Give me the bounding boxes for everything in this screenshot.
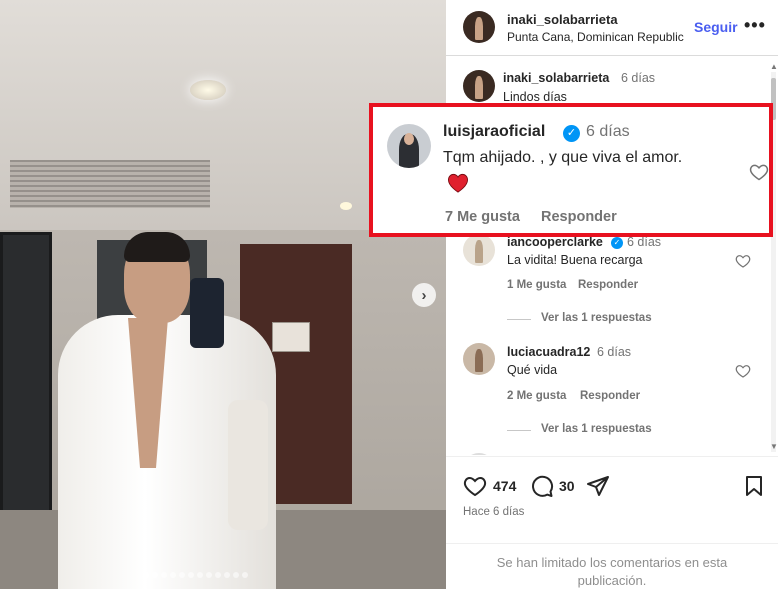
post-actions: 474 30 Hace 6 días Se han limitado los c… bbox=[446, 456, 778, 589]
highlighted-comment: luisjaraoficial ✓ 6 días Tqm ahijado. , … bbox=[369, 103, 773, 237]
scroll-up-arrow-icon[interactable]: ▲ bbox=[770, 62, 778, 71]
post-side-panel: inaki_solabarrieta Punta Cana, Dominican… bbox=[446, 0, 778, 589]
instagram-post-view: › inaki_solabarrieta Punta Cana, Dominic… bbox=[0, 0, 778, 589]
comment-text: Lindos días bbox=[503, 90, 567, 104]
reply-button[interactable]: Responder bbox=[580, 390, 640, 402]
comment-time[interactable]: 6 días bbox=[627, 235, 661, 249]
highlight-reply-button[interactable]: Responder bbox=[541, 209, 617, 225]
verified-badge-icon: ✓ bbox=[611, 237, 623, 249]
replies-divider bbox=[507, 319, 531, 320]
carousel-dot[interactable] bbox=[179, 572, 185, 578]
highlight-likes[interactable]: 7 Me gusta bbox=[445, 209, 520, 225]
chevron-right-icon: › bbox=[421, 286, 427, 304]
photo-ceiling-light-2 bbox=[340, 202, 352, 210]
carousel-dot[interactable] bbox=[197, 572, 203, 578]
highlight-text: Tqm ahijado. , y que viva el amor. bbox=[443, 149, 683, 166]
post-timestamp[interactable]: Hace 6 días bbox=[463, 506, 524, 518]
comment-username[interactable]: iancooperclarke bbox=[507, 235, 603, 249]
carousel-dot[interactable] bbox=[152, 572, 158, 578]
like-heart-icon[interactable] bbox=[463, 474, 487, 498]
comment-text: Qué vida bbox=[507, 363, 558, 377]
carousel-dot[interactable] bbox=[206, 572, 212, 578]
carousel-next-button[interactable]: › bbox=[412, 283, 436, 307]
photo-hanging-robe bbox=[228, 400, 268, 530]
carousel-dot[interactable] bbox=[224, 572, 230, 578]
photo-person-hair bbox=[124, 232, 190, 262]
comment-username[interactable]: luciacuadra12 bbox=[507, 345, 590, 359]
like-count[interactable]: 474 bbox=[493, 478, 516, 494]
reply-button[interactable]: Responder bbox=[578, 279, 638, 291]
red-heart-emoji-icon bbox=[447, 173, 469, 193]
comment-count[interactable]: 30 bbox=[559, 478, 575, 494]
verified-badge-icon: ✓ bbox=[563, 125, 580, 142]
photo-ceiling-light bbox=[190, 80, 226, 100]
comment-avatar[interactable] bbox=[463, 343, 495, 375]
comment-username[interactable]: inaki_solabarrieta bbox=[503, 71, 609, 85]
like-comment-heart-icon[interactable] bbox=[735, 253, 751, 269]
share-send-icon[interactable] bbox=[586, 474, 610, 498]
author-username[interactable]: inaki_solabarrieta bbox=[507, 12, 618, 27]
comment-time[interactable]: 6 días bbox=[597, 345, 631, 359]
save-bookmark-icon[interactable] bbox=[742, 474, 766, 498]
like-comment-heart-icon[interactable] bbox=[735, 363, 751, 379]
photo-door-sign bbox=[272, 322, 310, 352]
author-avatar[interactable] bbox=[463, 11, 495, 43]
replies-divider bbox=[507, 430, 531, 431]
photo-vent bbox=[10, 160, 210, 208]
carousel-dot[interactable] bbox=[161, 572, 167, 578]
comment-avatar[interactable] bbox=[463, 70, 495, 102]
carousel-dot[interactable] bbox=[170, 572, 176, 578]
view-replies-link[interactable]: Ver las 1 respuestas bbox=[541, 312, 652, 324]
highlight-time[interactable]: 6 días bbox=[586, 123, 630, 141]
like-comment-heart-icon[interactable] bbox=[749, 162, 769, 182]
comment-avatar[interactable] bbox=[463, 234, 495, 266]
highlight-avatar[interactable] bbox=[387, 124, 431, 168]
carousel-dot[interactable] bbox=[188, 572, 194, 578]
carousel-dots bbox=[143, 572, 248, 578]
photo-phone bbox=[190, 278, 224, 348]
carousel-dot[interactable] bbox=[233, 572, 239, 578]
view-replies-link[interactable]: Ver las 1 respuestas bbox=[541, 423, 652, 435]
carousel-dot[interactable] bbox=[143, 572, 149, 578]
comments-limited-notice: Se han limitado los comentarios en esta … bbox=[446, 543, 778, 589]
post-location[interactable]: Punta Cana, Dominican Republic bbox=[507, 30, 684, 44]
carousel-dot[interactable] bbox=[215, 572, 221, 578]
comment-likes[interactable]: 2 Me gusta bbox=[507, 390, 566, 402]
comment-avatar[interactable] bbox=[463, 453, 495, 455]
carousel-dot[interactable] bbox=[242, 572, 248, 578]
comment-text: La vidita! Buena recarga bbox=[507, 253, 643, 267]
post-photo[interactable]: › bbox=[0, 0, 446, 589]
follow-button[interactable]: Seguir bbox=[694, 19, 738, 35]
comment-bubble-icon[interactable] bbox=[530, 474, 554, 498]
scroll-down-arrow-icon[interactable]: ▼ bbox=[770, 442, 778, 451]
more-options-icon[interactable]: ••• bbox=[744, 15, 766, 36]
comment-likes[interactable]: 1 Me gusta bbox=[507, 279, 566, 291]
post-header: inaki_solabarrieta Punta Cana, Dominican… bbox=[446, 0, 778, 56]
comment-time[interactable]: 6 días bbox=[621, 71, 655, 85]
highlight-username[interactable]: luisjaraoficial bbox=[443, 123, 545, 141]
